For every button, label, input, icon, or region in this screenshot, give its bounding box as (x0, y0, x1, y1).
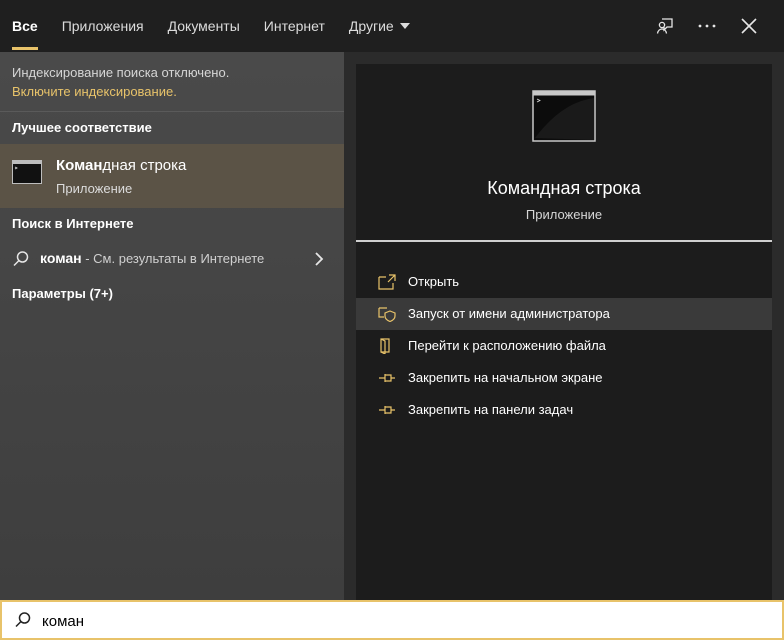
tab-documents-label: Документы (167, 18, 240, 34)
tab-more[interactable]: Другие (337, 0, 422, 52)
web-query-text: коман (40, 250, 82, 266)
tab-more-label: Другие (348, 18, 394, 34)
web-search-heading: Поиск в Интернете (12, 216, 134, 231)
preview-title: Командная строка (487, 178, 641, 198)
settings-heading[interactable]: Параметры (7+) (0, 278, 344, 310)
best-match-item[interactable]: Командная строка Приложение (0, 144, 344, 208)
pin-icon (379, 406, 395, 414)
indexing-notice: Индексирование поиска отключено. Включит… (0, 52, 344, 112)
web-search-item[interactable]: коман - См. результаты в Интернете (0, 240, 344, 278)
action-pin-taskbar-label: Закрепить на панели задач (408, 402, 574, 417)
best-match-name: Командная строка (56, 157, 186, 174)
search-icon (13, 251, 29, 267)
indexing-note: Индексирование поиска отключено. (12, 65, 230, 80)
web-search-query: коман - См. результаты в Интернете (40, 250, 264, 266)
best-match-type: Приложение (56, 181, 133, 196)
tab-apps-label: Приложения (61, 18, 144, 34)
top-actions (644, 0, 770, 52)
search-icon (15, 612, 31, 628)
web-query-suffix: - См. результаты в Интернете (81, 251, 265, 266)
preview-divider (356, 240, 772, 242)
enable-indexing-link[interactable]: Включите индексирование. (12, 82, 332, 101)
admin-shield-icon (378, 307, 396, 322)
action-open-file-location[interactable]: Перейти к расположению файла (356, 330, 772, 362)
filter-tabs: Все Приложения Документы Интернет Другие (0, 0, 422, 52)
action-pin-start-label: Закрепить на начальном экране (408, 370, 603, 385)
pin-icon (379, 374, 395, 382)
chevron-right-icon[interactable] (314, 251, 324, 267)
close-button[interactable] (728, 0, 770, 52)
tab-documents[interactable]: Документы (156, 0, 252, 52)
best-match-heading: Лучшее соответствие (12, 120, 152, 135)
file-location-icon (380, 338, 390, 354)
action-open-file-location-label: Перейти к расположению файла (408, 338, 606, 353)
action-list: Открыть Запуск от имени администратора П… (356, 266, 772, 426)
action-pin-taskbar[interactable]: Закрепить на панели задач (356, 394, 772, 426)
preview-panel: Командная строка Приложение Открыть Запу… (344, 52, 784, 600)
action-open-label: Открыть (408, 274, 460, 289)
action-open[interactable]: Открыть (356, 266, 772, 298)
command-prompt-icon (12, 160, 42, 184)
action-pin-start[interactable]: Закрепить на начальном экране (356, 362, 772, 394)
tab-all[interactable]: Все (0, 0, 50, 52)
search-window: Все Приложения Документы Интернет Другие (0, 0, 784, 640)
tab-web-label: Интернет (263, 18, 325, 34)
action-run-as-admin-label: Запуск от имени администратора (408, 306, 610, 321)
tab-web[interactable]: Интернет (252, 0, 337, 52)
action-run-as-admin[interactable]: Запуск от имени администратора (356, 298, 772, 330)
feedback-button[interactable] (644, 0, 686, 52)
tab-apps[interactable]: Приложения (50, 0, 156, 52)
open-icon (378, 274, 396, 290)
preview-card: Командная строка Приложение Открыть Запу… (356, 64, 772, 600)
preview-subtitle: Приложение (525, 207, 603, 222)
search-bar (0, 600, 784, 640)
results-panel: Индексирование поиска отключено. Включит… (0, 52, 344, 600)
best-match-name-highlight: Коман (56, 157, 103, 174)
search-input[interactable] (40, 608, 744, 634)
best-match-name-rest: дная строка (102, 157, 187, 174)
command-prompt-large-icon (532, 90, 596, 142)
tab-all-label: Все (12, 18, 38, 34)
more-options-button[interactable] (686, 0, 728, 52)
feedback-icon (656, 18, 673, 34)
chevron-down-icon (399, 23, 410, 30)
close-icon (741, 18, 757, 34)
top-bar: Все Приложения Документы Интернет Другие (0, 0, 784, 52)
more-dots-icon (698, 24, 716, 28)
